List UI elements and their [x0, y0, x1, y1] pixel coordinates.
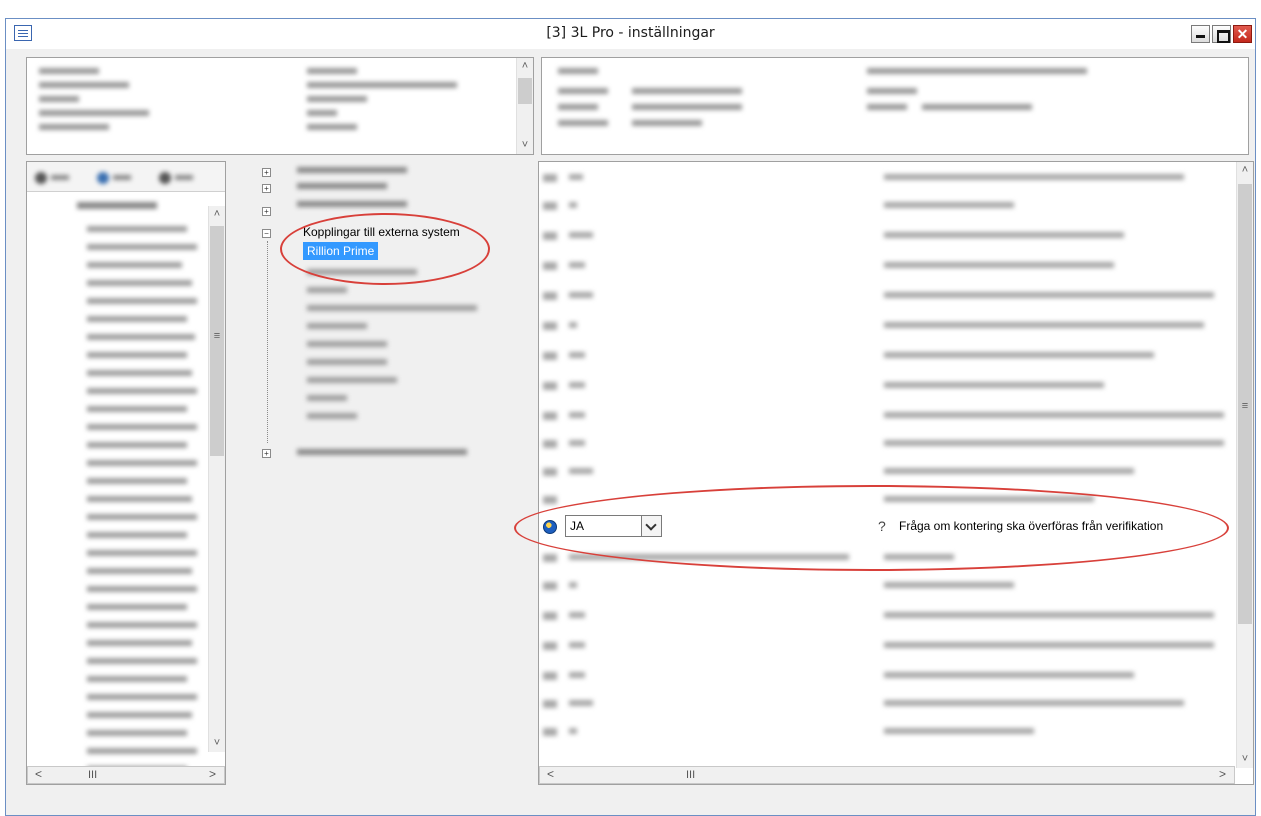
hscroll-grip[interactable]: III [686, 767, 695, 783]
expand-icon[interactable]: + [262, 168, 271, 177]
info-panel-left: ˄ ˅ [26, 57, 534, 155]
tree-left-hscroll[interactable]: < III > [27, 766, 225, 784]
scroll-grip: ≡ [213, 330, 221, 342]
title-bar[interactable]: [3] 3L Pro - inställningar ✕ [6, 19, 1255, 49]
collapse-icon[interactable]: − [262, 229, 271, 238]
info-left-scrollbar[interactable]: ˄ ˅ [516, 58, 533, 154]
tree-left-scrollbar[interactable]: ˄ ≡ ˅ [208, 206, 225, 752]
hscroll-grip[interactable]: III [88, 767, 97, 783]
scroll-right-button[interactable]: > [1214, 767, 1231, 783]
value-dropdown[interactable]: JA [565, 515, 662, 537]
scroll-up-button[interactable]: ˄ [1237, 162, 1253, 179]
window-title: [3] 3L Pro - inställningar [546, 25, 715, 41]
tree-node-externa-system[interactable]: Kopplingar till externa system [303, 225, 460, 239]
info-panel-right [541, 57, 1249, 155]
scroll-left-button[interactable]: < [542, 767, 559, 783]
blurred-tabs [35, 172, 193, 184]
grid-scrollbar[interactable]: ˄ ≡ ˅ [1236, 162, 1253, 768]
tree-left-tabs[interactable] [27, 162, 225, 192]
scroll-thumb[interactable] [518, 78, 532, 104]
globe-icon [543, 520, 557, 534]
expand-icon[interactable]: + [262, 184, 271, 193]
scroll-down-button[interactable]: ˅ [517, 137, 533, 154]
chevron-down-icon[interactable] [641, 516, 661, 536]
tree-left[interactable]: ˄ ≡ ˅ < III > [26, 161, 226, 785]
maximize-button[interactable] [1212, 25, 1231, 43]
expand-icon[interactable]: + [262, 207, 271, 216]
close-button[interactable]: ✕ [1233, 25, 1252, 43]
tree-node-rillion-prime[interactable]: Rillion Prime [303, 242, 379, 260]
blurred-tree-items [77, 202, 197, 772]
settings-grid: JA ? Fråga om kontering ska överföras fr… [538, 161, 1254, 785]
settings-window: [3] 3L Pro - inställningar ✕ ˄ ˅ ˄ ≡ ˅ <… [5, 18, 1256, 816]
scroll-grip: ≡ [1241, 400, 1249, 412]
settings-row-highlighted[interactable]: JA ? Fråga om kontering ska överföras fr… [539, 512, 1233, 541]
scroll-down-button[interactable]: ˅ [209, 735, 225, 752]
tree-connector [267, 241, 268, 443]
blurred-info-text-right [558, 68, 1087, 126]
tree-middle[interactable]: + + + − + Kopplingar till externa system… [227, 161, 535, 785]
dropdown-value: JA [570, 519, 585, 533]
scroll-right-button[interactable]: > [204, 767, 221, 783]
scroll-down-button[interactable]: ˅ [1237, 751, 1253, 768]
expand-icon[interactable]: + [262, 449, 271, 458]
blurred-tree-labels [297, 167, 477, 455]
blurred-grid-rows [543, 174, 1224, 736]
scroll-up-button[interactable]: ˄ [209, 206, 225, 223]
scroll-up-button[interactable]: ˄ [517, 58, 533, 75]
scroll-left-button[interactable]: < [30, 767, 47, 783]
minimize-button[interactable] [1191, 25, 1210, 43]
grid-hscroll[interactable]: < III > [539, 766, 1235, 784]
question-icon[interactable]: ? [878, 518, 886, 534]
setting-label: Fråga om kontering ska överföras från ve… [899, 519, 1164, 533]
blurred-info-text [39, 68, 457, 130]
